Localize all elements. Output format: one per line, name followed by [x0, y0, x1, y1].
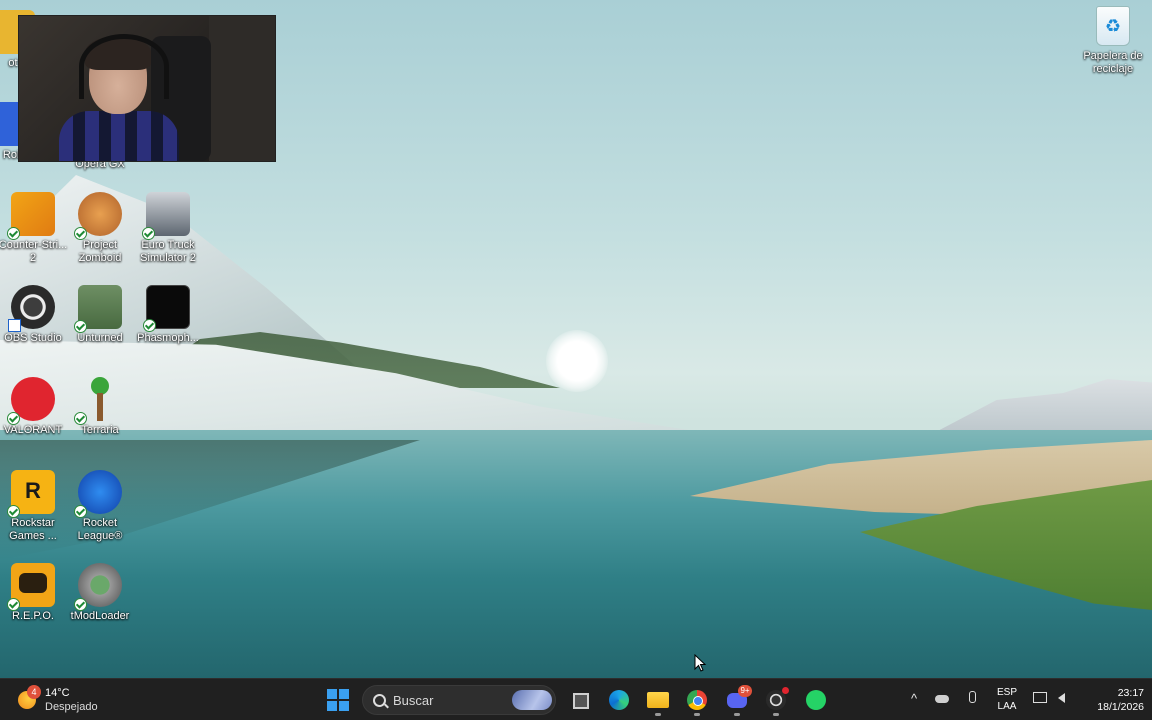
sync-check-icon: [7, 598, 20, 611]
desktop-icon-label: Rocket League®: [77, 517, 123, 542]
volume-icon[interactable]: [1053, 691, 1069, 707]
chevron-up-icon[interactable]: ^: [906, 691, 922, 707]
recycle-bin-icon: ♻: [1096, 6, 1130, 46]
sync-check-icon: [74, 412, 87, 425]
desktop-icon-rockstar[interactable]: R Rockstar Games ...: [0, 470, 68, 543]
search-icon: [373, 694, 386, 707]
desktop-icon-obs-studio[interactable]: OBS Studio: [0, 285, 68, 345]
sync-check-icon: [7, 412, 20, 425]
desktop-icon-label: Euro Truck Simulator 2: [140, 239, 196, 264]
search-highlight-art: [512, 690, 552, 710]
phasmophobia-icon: [143, 285, 190, 332]
mouse-cursor-icon: [694, 654, 707, 672]
counter-strike-icon: [7, 192, 55, 240]
webcam-background-door: [209, 16, 275, 161]
sync-check-icon: [74, 598, 87, 611]
language-indicator[interactable]: ESP LAA: [990, 686, 1024, 714]
headset-icon: [79, 34, 169, 99]
desktop-icon-label: Phasmoph...: [137, 332, 199, 344]
sync-check-icon: [142, 227, 155, 240]
sync-check-icon: [74, 320, 87, 333]
weather-badge: 4: [27, 685, 41, 699]
task-view-button[interactable]: [564, 684, 596, 716]
clock-date: 18/1/2026: [1097, 701, 1144, 713]
system-clock[interactable]: 23:17 18/1/2026: [1078, 686, 1144, 714]
weather-condition: Despejado: [45, 701, 98, 713]
unturned-icon: [74, 285, 122, 333]
desktop-icon-label: Unturned: [77, 332, 123, 344]
riot-client-icon: [7, 377, 55, 425]
desktop-icon-label: tModLoader: [70, 610, 130, 622]
task-view-icon: [573, 693, 589, 709]
euro-truck-icon: [142, 192, 190, 240]
taskbar-whatsapp[interactable]: [800, 684, 832, 716]
taskbar-edge[interactable]: [603, 684, 635, 716]
desktop-icon-label: OBS Studio: [4, 332, 62, 344]
desktop-icon-recycle-bin[interactable]: ♻ Papelera de reciclaje: [1080, 6, 1146, 76]
desktop-icon-unturned[interactable]: Unturned: [65, 285, 135, 345]
weather-widget[interactable]: 4 14°C Despejado: [14, 685, 124, 715]
desktop-icon-rocket-league[interactable]: Rocket League®: [65, 470, 135, 543]
microphone-icon[interactable]: [964, 691, 980, 707]
repo-game-icon: [7, 563, 55, 611]
webcam-person-shirt: [59, 111, 179, 161]
discord-notification-badge: 9+: [738, 685, 752, 697]
chrome-icon: [687, 690, 707, 710]
clock-time: 23:17: [1117, 687, 1144, 699]
desktop-icon-terraria[interactable]: Terraria: [65, 377, 135, 437]
sync-check-icon: [74, 505, 87, 518]
rockstar-games-icon: R: [7, 470, 55, 518]
desktop-icon-euro-truck[interactable]: Euro Truck Simulator 2: [133, 192, 203, 265]
taskbar-discord[interactable]: 9+: [721, 684, 753, 716]
desktop-icon-label: Rockstar Games ...: [9, 517, 57, 542]
desktop-icon-repo[interactable]: R.E.P.O.: [0, 563, 68, 623]
desktop-icon-label: Terraria: [81, 424, 119, 436]
windows-logo-icon: [327, 689, 337, 699]
desktop-icon-label: Papelera de reciclaje: [1083, 50, 1143, 75]
taskbar-chrome[interactable]: [681, 684, 713, 716]
taskbar: 4 14°C Despejado Buscar 9+ ^ ESP LAA 23:…: [0, 678, 1152, 720]
taskbar-file-explorer[interactable]: [642, 684, 674, 716]
search-placeholder: Buscar: [393, 693, 434, 708]
desktop-icon-tmodloader[interactable]: tModLoader: [65, 563, 135, 623]
folder-icon: [647, 692, 669, 708]
desktop-icon-label: Project Zomboid: [78, 239, 122, 264]
onedrive-error-icon[interactable]: [934, 691, 950, 707]
weather-temperature: 14°C: [45, 687, 70, 699]
shortcut-arrow-icon: [8, 319, 21, 332]
language-code: ESP: [996, 687, 1017, 698]
sync-check-icon: [143, 319, 156, 332]
taskbar-obs[interactable]: [760, 684, 792, 716]
whatsapp-icon: [806, 690, 826, 710]
desktop-icon-phasmophobia[interactable]: Phasmoph...: [133, 285, 203, 345]
edge-browser-icon: [609, 690, 629, 710]
project-zomboid-icon: [74, 192, 122, 240]
obs-studio-icon: [8, 285, 55, 332]
desktop-icon-counter-strike[interactable]: Counter-Stri... 2: [0, 192, 68, 265]
desktop-icon-label: VALORANT: [3, 424, 63, 436]
sync-check-icon: [7, 505, 20, 518]
sync-check-icon: [74, 227, 87, 240]
tmodloader-gear-icon: [74, 563, 122, 611]
wallpaper-sun: [546, 330, 608, 392]
desktop-icon-project-zomboid[interactable]: Project Zomboid: [65, 192, 135, 265]
webcam-overlay: [18, 15, 276, 162]
rocket-league-icon: [74, 470, 122, 518]
start-button[interactable]: [322, 684, 354, 716]
desktop-icon-label: R.E.P.O.: [12, 610, 54, 622]
terraria-tree-icon: [74, 377, 122, 425]
desktop-icon-valorant[interactable]: VALORANT: [0, 377, 68, 437]
search-box[interactable]: Buscar: [362, 685, 556, 715]
recording-dot-icon: [782, 687, 789, 694]
network-icon[interactable]: [1032, 691, 1048, 707]
keyboard-layout: LAA: [997, 701, 1017, 712]
sync-check-icon: [7, 227, 20, 240]
desktop-icon-label: Counter-Stri... 2: [0, 239, 68, 264]
